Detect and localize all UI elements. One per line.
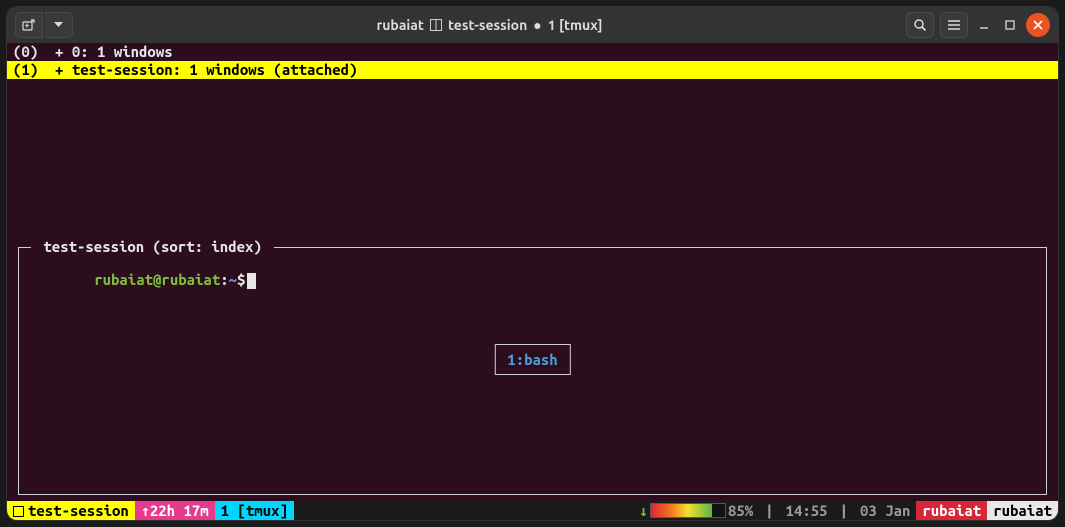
tmux-statusbar: test-session ↑ 22h 17m 1 [tmux] ↓ 85% | … bbox=[7, 501, 1058, 520]
status-session-name: test-session bbox=[28, 501, 129, 520]
title-window: 1 [tmux] bbox=[548, 17, 603, 33]
statusbar-spacer bbox=[294, 501, 633, 520]
session-text: + 0: 1 windows bbox=[55, 43, 173, 60]
title-user: rubaiat bbox=[376, 17, 423, 33]
prompt-host: rubaiat bbox=[161, 271, 220, 288]
maximize-icon bbox=[1004, 19, 1016, 31]
new-tab-button[interactable]: + bbox=[15, 12, 43, 38]
session-preview-pane: test-session (sort: index) rubaiat@rubai… bbox=[18, 247, 1047, 495]
menu-button[interactable] bbox=[940, 12, 968, 38]
svg-text:+: + bbox=[25, 21, 30, 30]
prompt-symbol: $ bbox=[237, 271, 245, 288]
session-list-item-selected[interactable]: (1) + test-session: 1 windows (attached) bbox=[7, 61, 1058, 79]
prompt-colon: : bbox=[220, 271, 228, 288]
battery-percent: 85% bbox=[728, 501, 753, 520]
shell-prompt: rubaiat@rubaiat:~$ bbox=[27, 254, 256, 306]
battery-bar-icon bbox=[650, 503, 726, 518]
prompt-path: ~ bbox=[229, 271, 237, 288]
preview-title: test-session (sort: index) bbox=[31, 238, 274, 255]
search-button[interactable] bbox=[906, 12, 934, 38]
status-session: test-session bbox=[7, 501, 135, 520]
titlebar-right-controls bbox=[906, 12, 1050, 38]
maximize-button[interactable] bbox=[1000, 15, 1020, 35]
status-uptime-text: 22h 17m bbox=[150, 501, 209, 520]
split-icon bbox=[430, 19, 442, 31]
title-bullet-icon: ● bbox=[533, 17, 541, 33]
arrow-down-icon: ↓ bbox=[639, 501, 648, 520]
status-time: 14:55 bbox=[780, 501, 834, 520]
chevron-down-icon bbox=[54, 22, 63, 28]
arrow-up-icon: ↑ bbox=[141, 501, 150, 520]
session-text: + test-session: 1 windows (attached) bbox=[55, 61, 357, 78]
titlebar-left-controls: + bbox=[15, 12, 73, 38]
preview-title-text: test-session (sort: index) bbox=[43, 238, 261, 255]
terminal-content[interactable]: (0) + 0: 1 windows (1) + test-session: 1… bbox=[7, 43, 1058, 520]
minimize-button[interactable] bbox=[974, 15, 994, 35]
minimize-icon bbox=[978, 19, 990, 31]
new-tab-icon: + bbox=[22, 18, 36, 32]
session-index: (0) bbox=[13, 43, 38, 60]
status-battery: ↓ 85% bbox=[633, 501, 759, 520]
prompt-user: rubaiat bbox=[94, 271, 153, 288]
status-window: 1 [tmux] bbox=[215, 501, 294, 520]
titlebar: + rubaiat test-session ● 1 [tmux] bbox=[7, 7, 1058, 43]
title-session: test-session bbox=[448, 17, 527, 33]
status-host2-text: rubaiat bbox=[993, 501, 1052, 520]
close-icon bbox=[1033, 20, 1043, 30]
hamburger-icon bbox=[947, 19, 961, 31]
close-button[interactable] bbox=[1026, 13, 1050, 37]
session-list-item[interactable]: (0) + 0: 1 windows bbox=[7, 43, 1058, 61]
status-uptime: ↑ 22h 17m bbox=[135, 501, 215, 520]
cursor-block bbox=[247, 273, 256, 289]
terminal-window: + rubaiat test-session ● 1 [tmux] bbox=[7, 7, 1058, 520]
status-sep2: | bbox=[834, 501, 854, 520]
search-icon bbox=[913, 18, 927, 32]
status-window-text: 1 [tmux] bbox=[221, 501, 288, 520]
status-host1: rubaiat bbox=[916, 501, 987, 520]
session-index: (1) bbox=[13, 61, 38, 78]
status-date: 03 Jan bbox=[854, 501, 916, 520]
status-host1-text: rubaiat bbox=[922, 501, 981, 520]
window-title: rubaiat test-session ● 1 [tmux] bbox=[73, 17, 906, 33]
status-host2: rubaiat bbox=[987, 501, 1058, 520]
status-session-icon bbox=[13, 506, 24, 517]
session-list[interactable]: (0) + 0: 1 windows (1) + test-session: 1… bbox=[7, 43, 1058, 79]
status-sep1: | bbox=[759, 501, 779, 520]
window-badge: 1:bash bbox=[494, 344, 570, 375]
tab-menu-button[interactable] bbox=[45, 12, 73, 38]
